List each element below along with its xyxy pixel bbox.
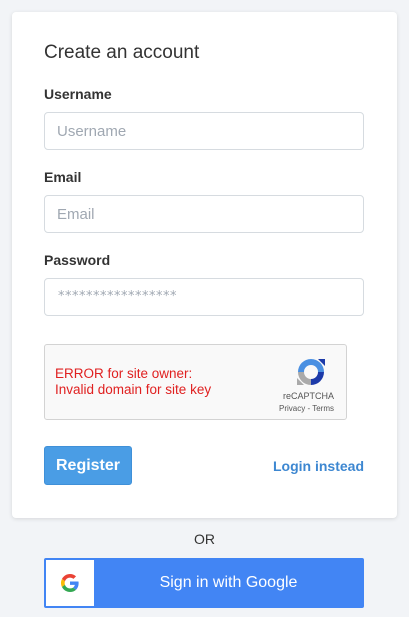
google-g-icon <box>61 574 79 592</box>
register-button[interactable]: Register <box>44 446 132 485</box>
login-instead-link[interactable]: Login instead <box>273 458 364 474</box>
captcha-error-line2: Invalid domain for site key <box>55 382 212 397</box>
username-input[interactable] <box>44 112 364 150</box>
captcha-error: ERROR for site owner: Invalid domain for… <box>55 366 211 398</box>
page-title: Create an account <box>44 42 200 63</box>
captcha-error-line1: ERROR for site owner: <box>55 366 193 381</box>
password-mask: ***************** <box>58 289 177 304</box>
register-card: Create an account Username Email Passwor… <box>12 12 397 518</box>
google-signin-label: Sign in with Google <box>159 574 298 591</box>
google-signin-button[interactable]: Sign in with Google <box>44 558 364 608</box>
google-icon-box <box>46 560 94 606</box>
email-label: Email <box>44 169 82 185</box>
recaptcha-logo-icon <box>297 359 325 385</box>
email-input[interactable] <box>44 195 364 233</box>
password-label: Password <box>44 252 111 268</box>
recaptcha-brand: reCAPTCHA <box>282 391 334 401</box>
recaptcha-widget[interactable]: ERROR for site owner: Invalid domain for… <box>44 344 347 420</box>
username-label: Username <box>44 86 112 102</box>
recaptcha-links[interactable]: Privacy - Terms <box>279 404 334 413</box>
or-divider: OR <box>194 531 215 547</box>
